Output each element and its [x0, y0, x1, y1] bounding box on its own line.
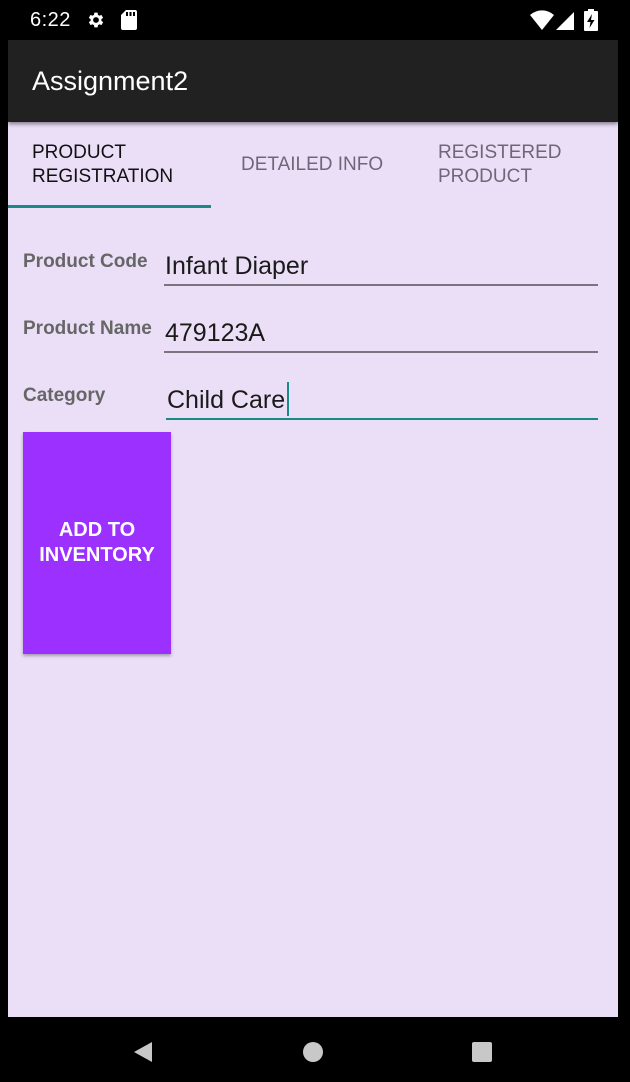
tab-label-line: PRODUCT [32, 142, 126, 163]
tab-label-line: DETAILED INFO [241, 154, 384, 175]
category-input[interactable] [166, 382, 598, 420]
app-window: Assignment2 PRODUCT REGISTRATION DETAILE… [8, 40, 618, 1017]
recents-icon[interactable] [470, 1040, 494, 1069]
tab-label-line: REGISTERED [438, 142, 562, 163]
back-icon[interactable] [132, 1040, 154, 1069]
category-label: Category [23, 385, 106, 406]
app-title: Assignment2 [32, 66, 189, 96]
product-code-label: Product Code [23, 251, 148, 272]
active-tab-indicator [8, 205, 211, 208]
wifi-icon [530, 9, 554, 36]
gear-icon [86, 10, 106, 35]
signal-icon [556, 9, 574, 36]
home-icon[interactable] [301, 1040, 325, 1069]
product-name-input[interactable] [164, 315, 598, 353]
text-cursor [287, 382, 289, 416]
tab-label-line: REGISTRATION [32, 166, 174, 187]
status-bar: 6:22 [0, 0, 630, 40]
add-to-inventory-button[interactable]: ADD TO INVENTORY [23, 432, 171, 654]
status-time: 6:22 [30, 9, 71, 31]
navigation-bar [0, 1022, 630, 1082]
product-code-input[interactable] [164, 248, 598, 286]
tab-bar: PRODUCT REGISTRATION DETAILED INFO REGIS… [8, 122, 618, 208]
battery-charging-icon [584, 9, 598, 36]
tab-detailed-info[interactable]: DETAILED INFO [241, 122, 383, 208]
sd-card-icon [121, 10, 137, 35]
tab-label-line: PRODUCT [438, 166, 532, 187]
app-bar: Assignment2 [8, 40, 618, 122]
product-name-label: Product Name [23, 318, 152, 339]
tab-registered-product[interactable]: REGISTERED PRODUCT [438, 122, 562, 208]
tab-product-registration[interactable]: PRODUCT REGISTRATION [32, 122, 173, 208]
